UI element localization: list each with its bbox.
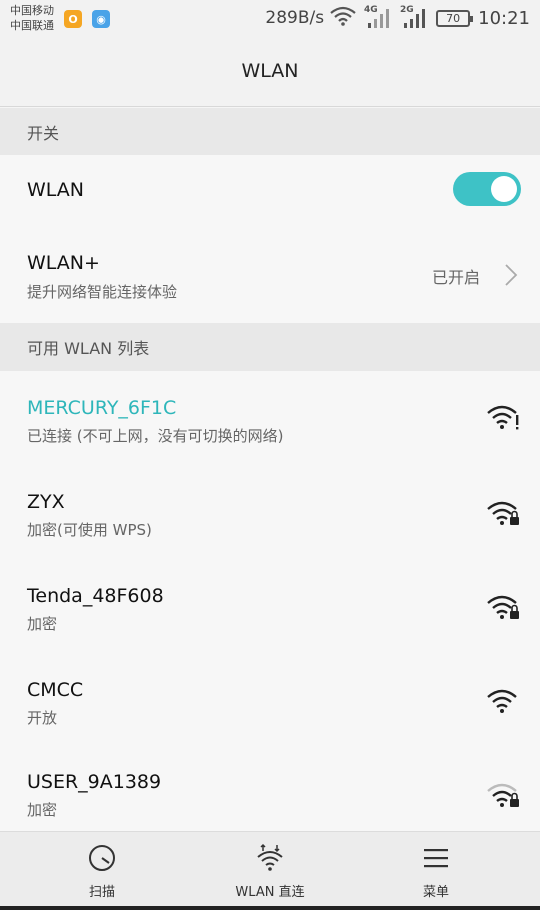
carrier-1: 中国移动 [10, 4, 54, 17]
bottom-action-bar: 扫描 WLAN 直连 菜单 [0, 831, 540, 910]
networks-section-header: 可用 WLAN 列表 [0, 323, 540, 371]
network-status: 开放 [27, 709, 58, 727]
network-name: CMCC [27, 679, 84, 701]
network-name: USER_9A1389 [27, 771, 162, 793]
nav-strip [0, 906, 540, 910]
signal-2g-icon: 2G [400, 3, 428, 33]
shield-app-icon: ◉ [92, 10, 110, 28]
menu-button[interactable]: 菜单 [346, 832, 526, 907]
switch-section-header: 开关 [0, 108, 540, 155]
wlan-toggle-row[interactable]: WLAN [0, 155, 540, 226]
wlan-toggle-label: WLAN [27, 179, 85, 201]
wlan-plus-label: WLAN+ [27, 252, 100, 274]
wifi-lock-weak-icon [486, 781, 520, 813]
carrier-2: 中国联通 [10, 19, 54, 32]
network-name: MERCURY_6F1C [27, 397, 177, 419]
network-speed: 289B/s [265, 8, 325, 28]
network-status: 加密 [27, 801, 58, 819]
carrier-info: 中国移动 中国联通 [10, 3, 54, 33]
title-bar: WLAN [0, 36, 540, 107]
scan-button[interactable]: 扫描 [12, 832, 192, 907]
wifi-warning-icon [486, 403, 520, 435]
status-bar: 中国移动 中国联通 O ◉ 289B/s 4G 2G 70 10:21 [0, 0, 540, 36]
wlan-plus-row[interactable]: WLAN+ 提升网络智能连接体验 已开启 [0, 226, 540, 323]
network-status: 加密 [27, 615, 58, 633]
network-status: 已连接 (不可上网，没有可切换的网络) [27, 427, 284, 445]
network-item[interactable]: MERCURY_6F1C 已连接 (不可上网，没有可切换的网络) [0, 371, 540, 465]
net1-label: 4G [364, 5, 378, 15]
network-item[interactable]: ZYX 加密(可使用 WPS) [0, 465, 540, 559]
wifi-lock-icon [486, 499, 520, 531]
network-name: ZYX [27, 491, 65, 513]
net2-label: 2G [400, 5, 414, 15]
menu-icon [424, 849, 448, 868]
network-status: 加密(可使用 WPS) [27, 521, 152, 539]
page-title: WLAN [241, 60, 299, 82]
app-notification-icon: O [64, 10, 82, 28]
scan-icon [89, 845, 115, 871]
wlan-toggle-switch[interactable] [453, 172, 521, 206]
menu-label: 菜单 [422, 885, 449, 900]
wifi-lock-icon [486, 593, 520, 625]
network-item[interactable]: CMCC 开放 [0, 653, 540, 747]
wlan-direct-button[interactable]: WLAN 直连 [180, 832, 360, 907]
network-item[interactable]: USER_9A1389 加密 [0, 747, 540, 831]
battery-icon: 70 [436, 9, 474, 27]
wlan-plus-status: 已开启 [431, 268, 480, 287]
clock: 10:21 [478, 7, 530, 29]
chevron-right-icon [504, 263, 518, 291]
network-item[interactable]: Tenda_48F608 加密 [0, 559, 540, 653]
wifi-status-icon [330, 6, 356, 30]
scan-label: 扫描 [88, 885, 115, 900]
wlan-plus-description: 提升网络智能连接体验 [27, 283, 178, 301]
network-name: Tenda_48F608 [27, 585, 164, 607]
toggle-knob [491, 176, 517, 202]
wlan-direct-icon [257, 843, 283, 871]
signal-4g-icon: 4G [364, 3, 392, 33]
wifi-icon [486, 687, 520, 719]
wlan-direct-label: WLAN 直连 [235, 885, 305, 900]
